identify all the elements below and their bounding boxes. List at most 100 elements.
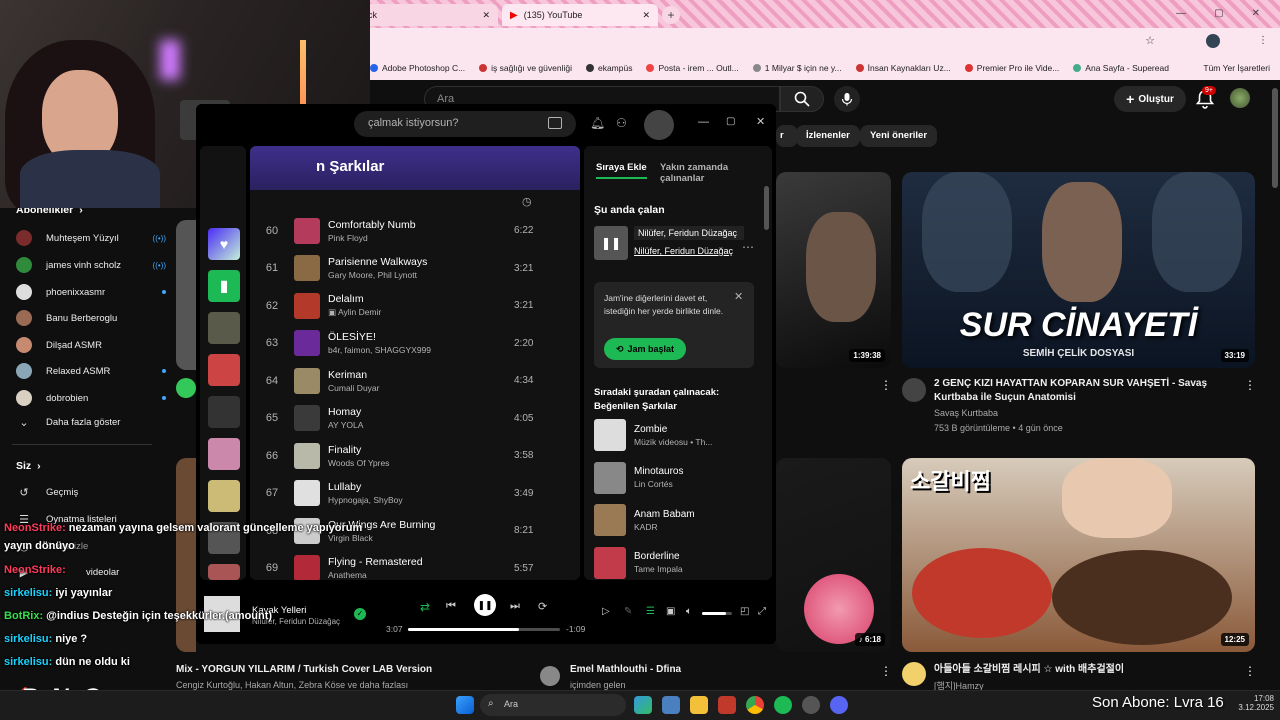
fullscreen-icon[interactable]: ⤢ xyxy=(758,606,766,617)
spotify-icon[interactable] xyxy=(774,696,792,714)
minimize-icon[interactable]: — xyxy=(1176,8,1186,20)
spotify-search-input[interactable]: çalmak istiyorsun? xyxy=(354,111,576,137)
menu-icon[interactable]: ⋮ xyxy=(1258,35,1268,46)
track-artist[interactable]: Anathema xyxy=(328,570,367,580)
track-row[interactable]: 65 Homay AY YOLA 4:05 xyxy=(250,400,580,437)
profile-avatar[interactable] xyxy=(644,110,674,140)
now-playing-view-icon[interactable]: ▷ xyxy=(602,606,610,617)
create-button[interactable]: + Oluştur xyxy=(1114,86,1186,112)
minimize-icon[interactable]: — xyxy=(698,116,709,128)
progress-bar[interactable] xyxy=(408,628,560,631)
sidebar-sub-item[interactable]: phoenixxasmr xyxy=(16,284,166,300)
page-scrollbar[interactable] xyxy=(1272,88,1278,188)
bookmark[interactable]: ekampüs xyxy=(585,63,632,73)
edge-icon[interactable] xyxy=(634,696,652,714)
track-artist[interactable]: Aylin Demir xyxy=(338,307,381,317)
library-item[interactable] xyxy=(208,564,240,580)
taskbar-search[interactable]: Ara xyxy=(480,694,626,716)
voice-search-button[interactable] xyxy=(834,86,860,112)
next-icon[interactable]: ⏭︎ xyxy=(510,600,520,613)
track-title[interactable]: ÖLESİYE! xyxy=(328,331,514,343)
youtube-search-button[interactable] xyxy=(780,86,824,112)
track-title[interactable]: Lullaby xyxy=(328,481,514,493)
browser-tab-youtube[interactable]: ▶ (135) YouTube ✕ xyxy=(502,4,658,26)
library-item[interactable] xyxy=(208,396,240,428)
sidebar-sub-item[interactable]: james vinh scholz ((•)) xyxy=(16,257,166,273)
track-artist[interactable]: Cumali Duyar xyxy=(328,383,380,393)
sidebar-sub-item[interactable]: Relaxed ASMR xyxy=(16,363,166,379)
pause-button[interactable]: ❚❚ xyxy=(474,594,496,616)
browser-tab[interactable]: ck ✕ xyxy=(360,4,498,26)
previous-icon[interactable]: ⏮︎ xyxy=(446,600,456,613)
lyrics-icon[interactable]: ✎ xyxy=(624,606,632,617)
friends-icon[interactable]: ⚇ xyxy=(616,116,627,130)
devices-icon[interactable]: ▣ xyxy=(666,606,675,617)
tab-queue[interactable]: Sıraya Ekle xyxy=(596,162,647,179)
library-item[interactable] xyxy=(208,480,240,512)
track-title[interactable]: Finality xyxy=(328,444,514,456)
bookmark[interactable]: 1 Milyar $ için ne y... xyxy=(752,63,842,73)
close-icon[interactable]: ✕ xyxy=(1252,8,1260,20)
bookmark[interactable]: Adobe Photoshop C... xyxy=(370,63,465,73)
channel-name[interactable]: Cengiz Kurtoğlu, Hakan Altun, Zebra Köse… xyxy=(176,680,476,690)
queue-icon[interactable]: ☰ xyxy=(646,606,655,617)
track-row[interactable]: 67 Lullaby Hypnogaja, ShyBoy 3:49 xyxy=(250,475,580,512)
video-thumbnail[interactable]: 1:39:38 xyxy=(776,172,891,368)
volume-slider[interactable] xyxy=(702,612,732,615)
more-options-icon[interactable]: ⋮ xyxy=(880,664,892,678)
video-thumbnail[interactable]: ♪ 6:18 xyxy=(776,458,891,652)
app-icon[interactable] xyxy=(718,696,736,714)
channel-name[interactable]: içimden gelen xyxy=(570,680,626,690)
discord-icon[interactable] xyxy=(830,696,848,714)
bookmark[interactable]: İnsan Kaynakları Uz... xyxy=(855,63,951,73)
bookmark[interactable]: Premier Pro ile Vide... xyxy=(964,63,1059,73)
track-title[interactable]: Keriman xyxy=(328,369,514,381)
tab-recently-played[interactable]: Yakın zamanda çalınanlar xyxy=(660,162,772,184)
video-thumbnail[interactable]: SUR CİNAYETİ SEMİH ÇELİK DOSYASI 33:19 xyxy=(902,172,1255,368)
queue-item[interactable]: Minotauros Lin Cortés xyxy=(594,461,764,495)
track-title[interactable]: Parisienne Walkways xyxy=(328,256,514,268)
track-row[interactable]: 64 Keriman Cumali Duyar 4:34 xyxy=(250,362,580,399)
track-row[interactable]: 60 Comfortably Numb Pink Floyd 6:22 xyxy=(250,212,580,249)
sidebar-sub-item[interactable]: Dilşad ASMR xyxy=(16,337,166,353)
browse-icon[interactable] xyxy=(548,117,562,129)
scrollbar[interactable] xyxy=(764,186,769,230)
track-row[interactable]: 62 Delalım ▣ Aylin Demir 3:21 xyxy=(250,287,580,324)
bookmark[interactable]: Ana Sayfa - Superead xyxy=(1073,63,1169,73)
track-row[interactable]: 69 Flying - Remastered Anathema 5:57 xyxy=(250,550,580,580)
track-artist[interactable]: Woods Of Ypres xyxy=(328,458,389,468)
queue-title[interactable]: Borderline xyxy=(634,551,683,562)
queue-title[interactable]: Anam Babam xyxy=(634,509,695,520)
track-row[interactable]: 61 Parisienne Walkways Gary Moore, Phil Ly… xyxy=(250,250,580,287)
repeat-icon[interactable]: ⟳ xyxy=(538,600,547,613)
liked-check-icon[interactable]: ✓ xyxy=(354,608,366,620)
maximize-icon[interactable]: ▢ xyxy=(726,116,735,127)
profile-avatar[interactable] xyxy=(1206,34,1220,48)
track-artist[interactable]: Virgin Black xyxy=(328,533,373,543)
close-tab-icon[interactable]: ✕ xyxy=(642,10,650,21)
video-title[interactable]: 2 GENÇ KIZI HAYATTAN KOPARAN SUR VAHŞETİ… xyxy=(934,377,1234,405)
track-artist[interactable]: Pink Floyd xyxy=(328,233,368,243)
filter-chip[interactable]: r xyxy=(776,125,798,147)
queue-artist[interactable]: KADR xyxy=(634,522,695,532)
maximize-icon[interactable]: ▢ xyxy=(1214,8,1223,20)
new-tab-button[interactable]: + xyxy=(662,6,680,24)
chip-watched[interactable]: İzlenenler xyxy=(796,125,860,147)
queue-title[interactable]: Zombie xyxy=(634,424,712,435)
file-explorer-icon[interactable] xyxy=(690,696,708,714)
address-bar[interactable]: ⋮ ☆ xyxy=(360,28,1280,56)
sidebar-item-history[interactable]: ↺ Geçmiş xyxy=(16,486,166,499)
now-playing-artist[interactable]: Nilüfer, Feridun Düzağaç xyxy=(634,246,734,256)
pause-icon[interactable]: ❚❚ xyxy=(594,226,628,260)
close-icon[interactable]: ✕ xyxy=(756,115,765,128)
you-header[interactable]: Siz › xyxy=(16,460,41,472)
track-artist[interactable]: Hypnogaja, ShyBoy xyxy=(328,495,403,505)
track-artist[interactable]: Gary Moore, Phil Lynott xyxy=(328,270,417,280)
queue-item[interactable]: Zombie Müzik videosu • Th... xyxy=(594,418,764,452)
video-title[interactable]: Emel Mathlouthi - Dfina xyxy=(570,663,681,677)
video-thumbnail[interactable] xyxy=(176,220,196,370)
volume-icon[interactable]: 🔈︎ xyxy=(686,606,692,617)
app-icon[interactable] xyxy=(802,696,820,714)
windows-start-icon[interactable] xyxy=(456,696,474,714)
chrome-icon[interactable] xyxy=(746,696,764,714)
